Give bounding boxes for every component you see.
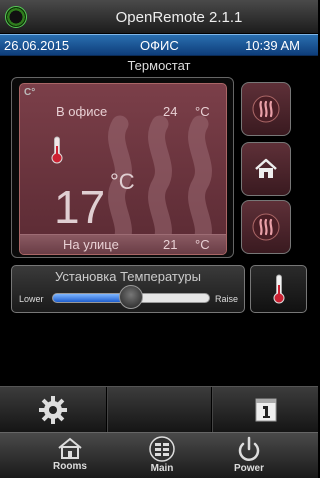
gear-icon (39, 396, 67, 424)
outside-temp: 21 (163, 237, 178, 252)
setpoint-slider-thumb[interactable] (119, 285, 143, 309)
heat-wave-icon (252, 95, 280, 123)
tab-main[interactable]: Main (122, 433, 202, 478)
office-unit: °C (195, 104, 210, 119)
title-bar: OpenRemote 2.1.1 (0, 0, 318, 34)
empty-tool-cell (107, 387, 212, 433)
thermostat-card: C° В офисе 24 °C 17 °C На улице 21 °C (19, 83, 227, 255)
office-label: В офисе (56, 104, 108, 119)
house-icon (58, 437, 82, 459)
thermometer-icon (50, 136, 64, 169)
heat-down-button[interactable] (241, 200, 291, 254)
outside-label: На улице (63, 237, 119, 252)
heat-up-button[interactable] (241, 82, 291, 136)
celsius-badge: C° (24, 87, 36, 98)
tool-row (0, 386, 318, 433)
setpoint-title: Установка Температуры (55, 269, 201, 284)
tab-bar: Rooms Main Power (0, 432, 318, 478)
setpoint-panel: Установка Температуры Lower Raise (11, 265, 245, 313)
home-icon (255, 158, 277, 178)
tab-rooms[interactable]: Rooms (30, 433, 110, 478)
tab-rooms-label: Rooms (53, 461, 87, 472)
status-bar: 26.06.2015 ОФИС 10:39 AM (0, 34, 318, 56)
outside-unit: °C (195, 237, 210, 252)
status-time: 10:39 AM (245, 38, 300, 53)
power-icon (238, 436, 260, 461)
tab-main-label: Main (150, 463, 174, 474)
tab-power[interactable]: Power (209, 433, 289, 478)
section-title: Термостат (127, 58, 191, 73)
status-date: 26.06.2015 (4, 38, 70, 53)
thermometer-icon (273, 274, 284, 304)
app-logo-icon (5, 6, 27, 28)
grid-icon (149, 436, 175, 462)
app-title: OpenRemote 2.1.1 (115, 9, 243, 26)
raise-label: Raise (214, 294, 238, 304)
heat-wave-icon (252, 213, 280, 241)
office-temp: 24 (163, 104, 178, 119)
current-unit: °C (110, 169, 135, 194)
thermometer-button[interactable] (250, 265, 307, 313)
home-button[interactable] (241, 142, 291, 196)
lower-label: Lower (19, 294, 44, 304)
status-room: ОФИС (140, 38, 179, 53)
calendar-icon (255, 398, 276, 422)
current-temp: 17 (54, 181, 106, 233)
settings-button[interactable] (0, 387, 107, 433)
calendar-button[interactable] (212, 387, 318, 433)
tab-power-label: Power (233, 463, 264, 474)
